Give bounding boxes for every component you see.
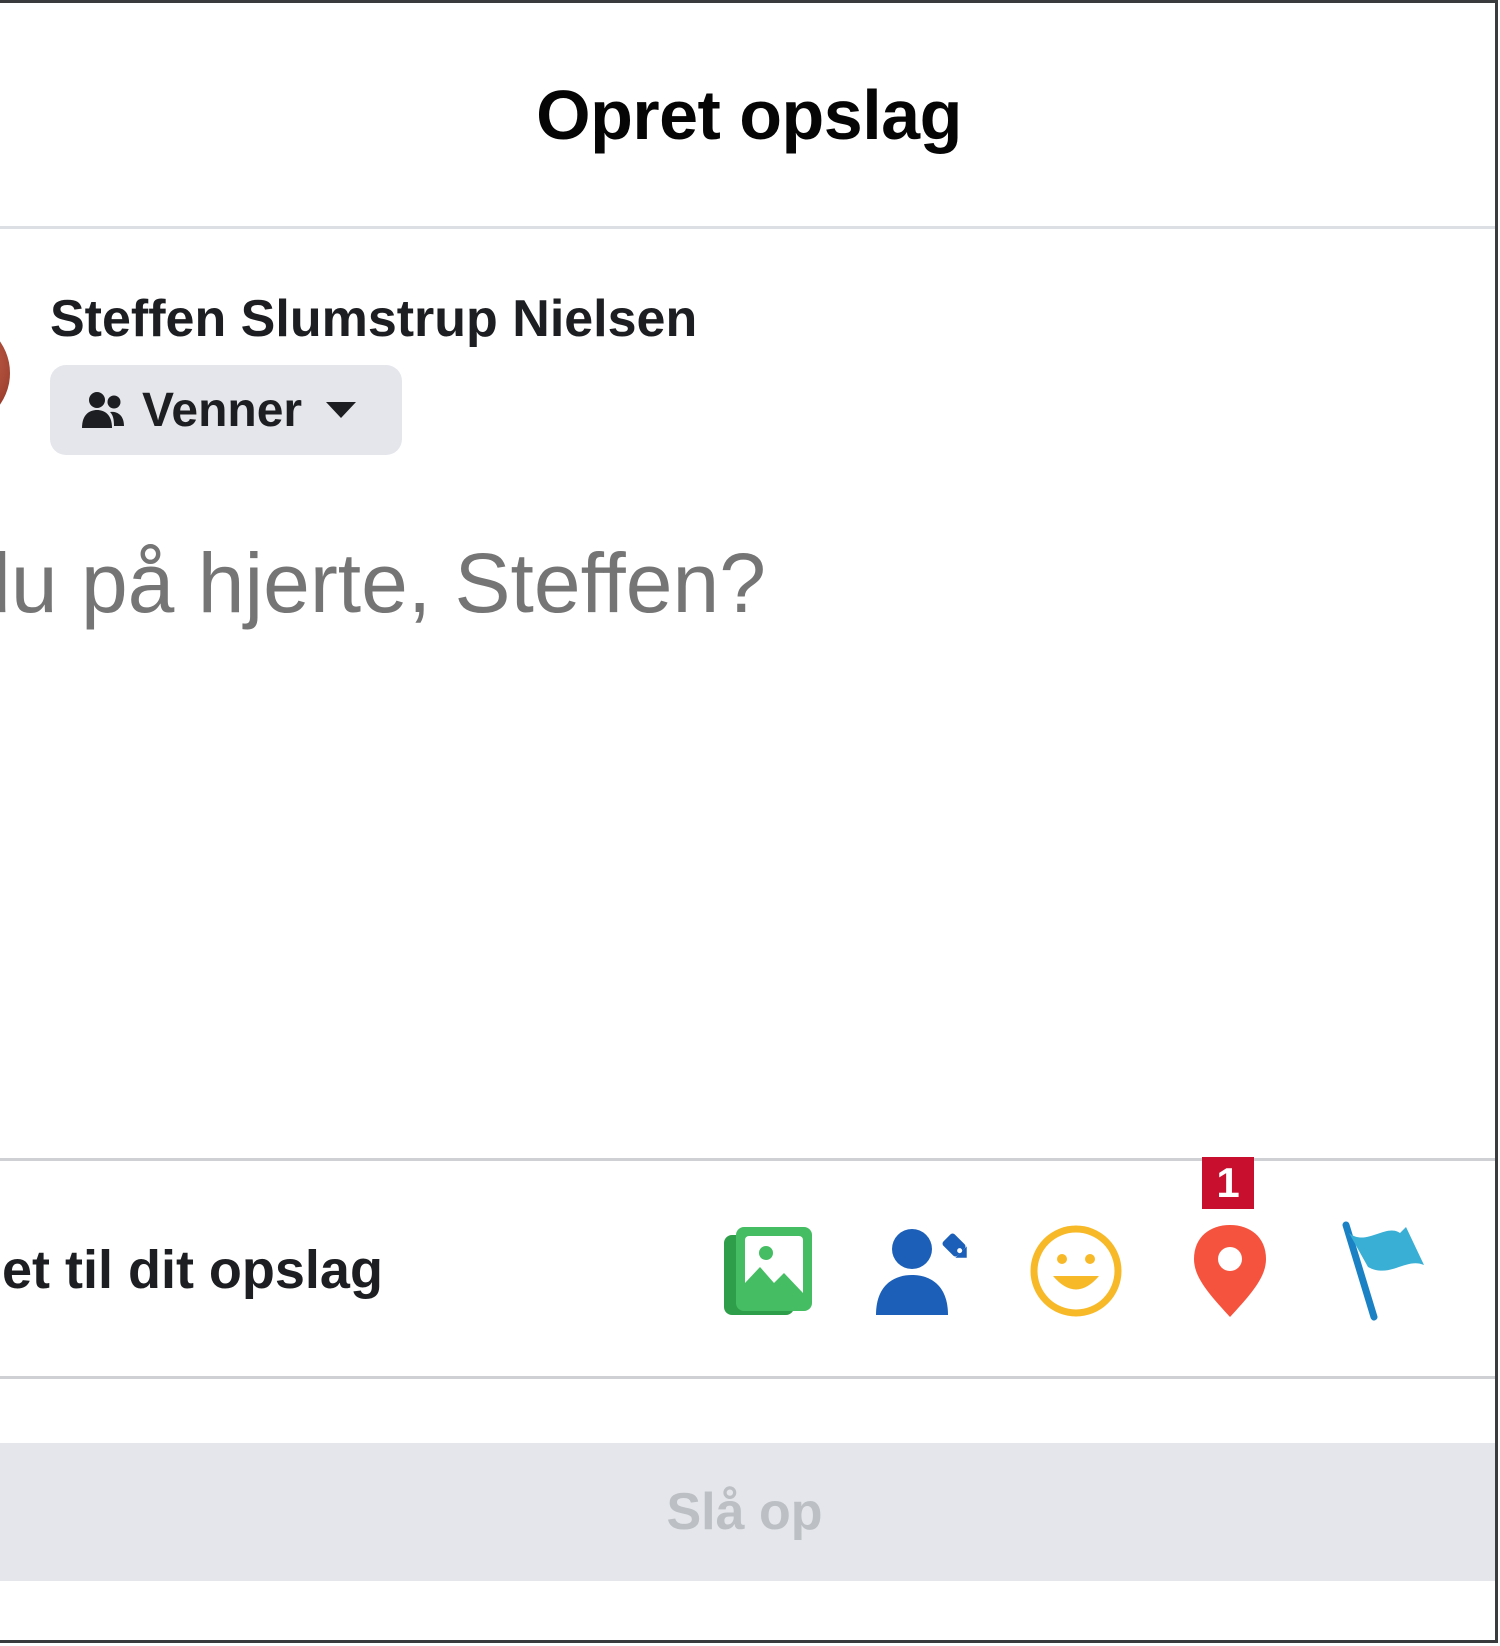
user-name[interactable]: Steffen Slumstrup Nielsen	[50, 289, 697, 349]
create-post-dialog: Opret opslag Steffen Slumstrup Nielsen V…	[0, 0, 1498, 1643]
composer-area[interactable]	[0, 513, 1495, 1153]
page: Opret opslag Steffen Slumstrup Nielsen V…	[0, 0, 1500, 1646]
annotation-badge: 1	[1202, 1157, 1254, 1209]
dialog-title: Opret opslag	[536, 76, 962, 154]
caret-down-icon	[326, 402, 357, 418]
feeling-activity-icon[interactable]	[1026, 1221, 1126, 1321]
audience-label: Venner	[142, 383, 303, 437]
avatar[interactable]	[0, 318, 10, 428]
post-text-input[interactable]	[0, 535, 1400, 632]
add-to-post-label: Tilføj noget til dit opslag	[0, 1240, 383, 1300]
life-event-icon[interactable]	[1334, 1221, 1434, 1321]
photo-video-icon[interactable]	[718, 1221, 818, 1321]
friends-icon	[82, 392, 124, 428]
post-button[interactable]: Slå op	[0, 1443, 1495, 1581]
add-to-post-bar: Tilføj noget til dit opslag	[0, 1157, 1495, 1379]
dialog-header: Opret opslag	[0, 3, 1495, 229]
audience-selector-button[interactable]: Venner	[50, 365, 402, 455]
check-in-icon[interactable]	[1180, 1221, 1280, 1321]
tag-people-icon[interactable]	[872, 1221, 972, 1321]
